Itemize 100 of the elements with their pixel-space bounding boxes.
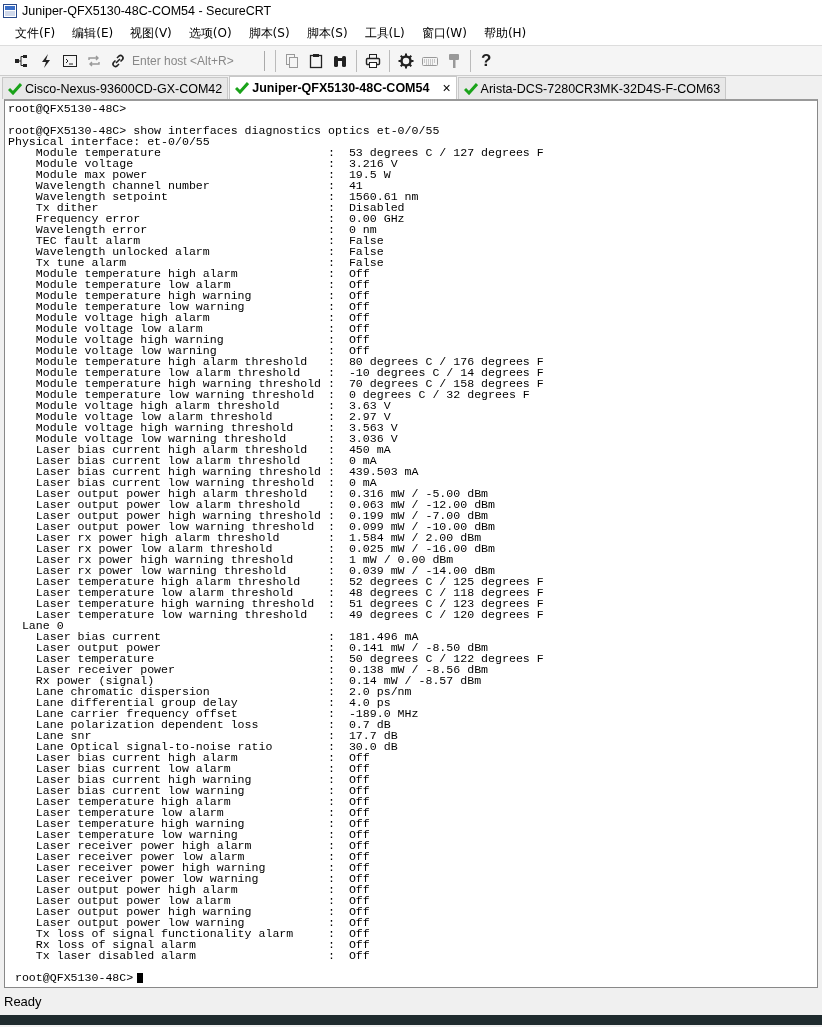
output-label: Laser output power high warning (34, 906, 253, 917)
output-label: Laser bias current low alarm threshold (34, 455, 302, 466)
output-value: : 80 degrees C / 176 degrees F (328, 356, 544, 367)
output-value: : 0.138 mW / -8.56 dBm (328, 664, 489, 675)
connect-tree-icon[interactable] (14, 52, 30, 69)
output-label: Module voltage high alarm (34, 312, 210, 323)
output-label: Laser output power low warning (34, 917, 245, 928)
close-tab-button[interactable]: × (442, 80, 451, 96)
terminal-icon[interactable] (62, 52, 78, 69)
output-value: : 0.039 mW / -14.00 dBm (328, 565, 495, 576)
output-label: Module voltage low alarm (34, 323, 204, 334)
output-label: Module voltage high alarm threshold (34, 400, 281, 411)
output-value: : 50 degrees C / 122 degrees F (328, 653, 544, 664)
clipboard-icon[interactable] (308, 52, 324, 69)
terminal-line: Physical interface: et-0/0/55 (8, 136, 210, 147)
menu-item[interactable]: 选项(O) (179, 22, 240, 44)
output-label: Tx dither (34, 202, 99, 213)
output-value: : Off (328, 906, 370, 917)
output-label: Laser temperature low alarm threshold (34, 587, 295, 598)
link-icon[interactable] (110, 52, 126, 69)
output-value: : -10 degrees C / 14 degrees F (328, 367, 544, 378)
output-value: : 3.216 V (328, 158, 398, 169)
output-label: Module temperature high alarm (34, 268, 239, 279)
output-value: : 0 mA (328, 477, 377, 488)
output-label: Lane snr (34, 730, 92, 741)
menu-item[interactable]: 编辑(E) (63, 22, 122, 44)
menu-item[interactable]: 脚本(S) (297, 22, 356, 44)
output-value: : 70 degrees C / 158 degrees F (328, 378, 544, 389)
session-tab[interactable]: Juniper-QFX5130-48C-COM54 × (229, 76, 457, 99)
output-value: : Off (328, 763, 370, 774)
output-value: : 450 mA (328, 444, 391, 455)
output-label: Laser bias current high warning (34, 774, 253, 785)
output-label: Lane chromatic dispersion (34, 686, 211, 697)
output-value: : Off (328, 290, 370, 301)
copy-icon[interactable] (284, 52, 300, 69)
output-label: Laser output power low warning threshold (34, 521, 316, 532)
output-value: : Off (328, 312, 370, 323)
settings-icon[interactable] (398, 52, 414, 69)
output-label: Module voltage low alarm threshold (34, 411, 274, 422)
output-label: Laser receiver power (34, 664, 176, 675)
output-value: : 4.0 ps (328, 697, 391, 708)
terminal-line: Lane 0 (20, 620, 64, 631)
menu-item[interactable]: 视图(V) (121, 22, 180, 44)
menu-item[interactable]: 窗口(W) (412, 22, 475, 44)
output-value: : 0.199 mW / -7.00 dBm (328, 510, 489, 521)
printer-icon[interactable] (365, 52, 381, 69)
output-value: : 2.97 V (328, 411, 391, 422)
output-label: Laser output power low alarm threshold (34, 499, 302, 510)
output-value: : 3.036 V (328, 433, 398, 444)
output-value: : 3.63 V (328, 400, 391, 411)
session-tab[interactable]: Cisco-Nexus-93600CD-GX-COM42 (2, 77, 229, 99)
output-value: : Off (328, 928, 370, 939)
output-value: : 3.563 V (328, 422, 398, 433)
output-label: Laser receiver power high alarm (34, 840, 253, 851)
output-label: Laser bias current (34, 631, 163, 642)
output-value: : Off (328, 895, 370, 906)
output-value: : Off (328, 829, 370, 840)
output-label: Module temperature low warning (34, 301, 245, 312)
menu-item[interactable]: 帮助(H) (474, 22, 535, 44)
output-label: Laser temperature low warning threshold (34, 609, 309, 620)
output-label: Tx tune alarm (34, 257, 128, 268)
output-label: Laser rx power low warning threshold (34, 565, 288, 576)
output-label: Laser rx power low alarm threshold (34, 543, 274, 554)
output-label: Lane differential group delay (34, 697, 239, 708)
output-label: Module voltage (34, 158, 134, 169)
output-value: : 0 degrees C / 32 degrees F (328, 389, 530, 400)
output-label: Module voltage high warning threshold (34, 422, 295, 433)
text-cursor (137, 972, 144, 983)
output-value: : Off (328, 851, 370, 862)
output-label: Wavelength error (34, 224, 149, 235)
output-label: Laser temperature (34, 653, 155, 664)
output-label: Laser rx power high warning threshold (34, 554, 295, 565)
menu-item[interactable]: 脚本(S) (239, 22, 298, 44)
output-label: Laser temperature high alarm threshold (34, 576, 302, 587)
output-label: Laser temperature high warning threshold (34, 598, 316, 609)
output-label: Module temperature low alarm threshold (34, 367, 302, 378)
output-value: : 48 degrees C / 118 degrees F (328, 587, 544, 598)
output-label: Module temperature low alarm (34, 279, 232, 290)
help-button[interactable]: ? (475, 50, 498, 71)
output-label: Wavelength setpoint (34, 191, 170, 202)
output-value: : 0.099 mW / -10.00 dBm (328, 521, 495, 532)
menu-item[interactable]: 工具(L) (355, 22, 413, 44)
output-value: : 1 mW / 0.00 dBm (328, 554, 454, 565)
status-text: Ready (4, 994, 42, 1009)
output-label: Laser temperature high alarm (34, 796, 231, 807)
output-label: Module temperature low warning threshold (34, 389, 316, 400)
output-label: Module temperature high warning threshold (34, 378, 323, 389)
output-value: : 0.141 mW / -8.50 dBm (328, 642, 489, 653)
menu-item[interactable]: 文件(F) (6, 22, 64, 44)
session-tab[interactable]: Arista-DCS-7280CR3MK-32D4S-F-COM63 (457, 77, 727, 99)
output-label: Wavelength unlocked alarm (34, 246, 211, 257)
host-field[interactable]: Enter host <Alt+R> (130, 50, 265, 71)
output-label: Tx laser disabled alarm (34, 950, 197, 961)
terminal-prompt: root@QFX5130-48C> (14, 972, 134, 983)
output-value: : -189.0 MHz (328, 708, 419, 719)
output-value: : Off (328, 752, 370, 763)
output-value: : 0.7 dB (328, 719, 391, 730)
output-label: Laser output power high alarm threshold (34, 488, 309, 499)
output-label: Laser output power high warning threshold (34, 510, 323, 521)
output-label: Laser temperature high warning (34, 818, 246, 829)
